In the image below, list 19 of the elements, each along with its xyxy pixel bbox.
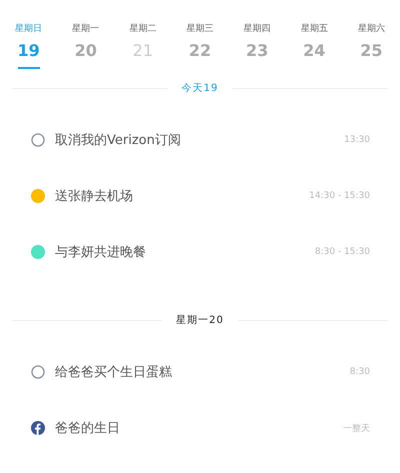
event-title[interactable]: 爸爸的生日 [55,419,343,437]
day-tab[interactable]: 星期一 20 [57,22,114,78]
day-tab[interactable]: 星期五 24 [286,22,343,78]
event-time: 8:30 - 15:30 [314,247,370,257]
day-tab[interactable]: 星期四 23 [228,22,286,78]
event-time: 8:30 [350,367,370,377]
section-title: 星期一20 [175,314,225,327]
event-time: 14:30 - 15:30 [309,191,370,201]
event-title[interactable]: 送张静去机场 [55,187,310,205]
event-title[interactable]: 取消我的Verizon订阅 [55,131,344,149]
event-title[interactable]: 给爸爸买个生日蛋糕 [55,363,350,381]
event-time: 13:30 [344,135,370,145]
day-tab[interactable]: 星期三 22 [171,22,229,78]
circle-icon[interactable] [31,365,45,379]
circle-icon[interactable] [31,133,45,147]
facebook-icon [31,421,45,435]
event-title[interactable]: 与李妍共进晚餐 [55,243,315,261]
section-title: 今天19 [180,82,220,95]
day-tab[interactable]: 星期六 25 [342,22,400,78]
